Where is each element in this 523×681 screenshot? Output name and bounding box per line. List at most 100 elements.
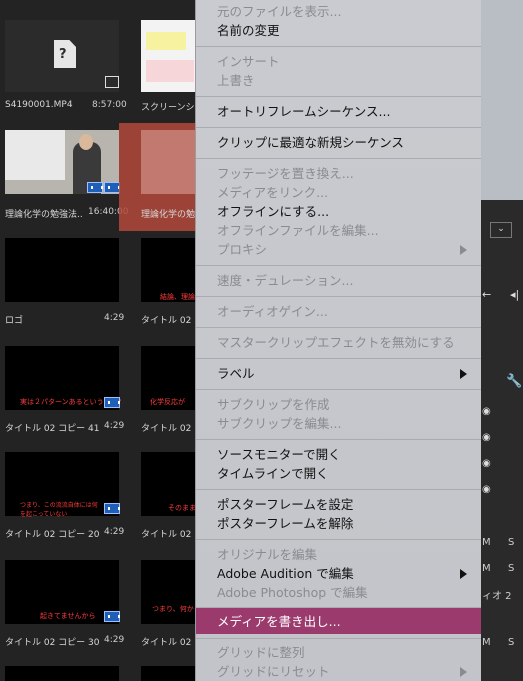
audio-track-label: ィオ 2 — [482, 591, 512, 602]
menu-separator — [196, 127, 481, 128]
clip-thumbnail-missing[interactable]: ? — [5, 20, 119, 92]
menu-item-audio-gain[interactable]: オーディオゲイン... — [217, 304, 328, 320]
clip-thumbnail[interactable] — [141, 560, 195, 624]
menu-item-edit-original[interactable]: オリジナルを編集 — [217, 547, 317, 563]
clip-label: タイトル 02 コ — [141, 424, 204, 434]
menu-separator — [196, 607, 481, 608]
menu-item-open-in-timeline[interactable]: タイムラインで開く — [217, 466, 329, 482]
menu-separator — [196, 539, 481, 540]
clip-label: スクリーンシ — [141, 103, 195, 113]
caption-overlay: つまり、この流流自体には何を起こっていない — [20, 502, 98, 518]
menu-separator — [196, 265, 481, 266]
caption-overlay: 起きてませんから — [40, 612, 96, 620]
menu-separator — [196, 158, 481, 159]
menu-item-overwrite[interactable]: 上書き — [217, 73, 255, 89]
menu-item-new-sequence-from-clip[interactable]: クリップに最適な新規シーケンス — [217, 135, 404, 151]
menu-item-edit-in-audition[interactable]: Adobe Audition で編集 — [217, 566, 354, 582]
menu-item-label[interactable]: ラベル — [217, 366, 255, 382]
mute-toggle[interactable]: M — [482, 563, 491, 574]
screenshot-pink-box — [146, 60, 194, 82]
sequence-badge-icon — [104, 503, 120, 514]
context-menu: 元のファイルを表示... 名前の変更 インサート 上書き オートリフレームシーケ… — [195, 0, 481, 681]
menu-item-proxy[interactable]: プロキシ — [217, 242, 267, 258]
sequence-badge-icon — [104, 397, 120, 408]
menu-item-open-in-source-monitor[interactable]: ソースモニターで開く — [217, 447, 341, 463]
question-mark: ? — [59, 47, 67, 62]
sequence-badge-icon — [104, 611, 120, 622]
solo-toggle[interactable]: S — [508, 637, 514, 648]
clip-thumbnail-selected[interactable] — [141, 130, 195, 194]
menu-separator — [196, 96, 481, 97]
menu-item-auto-reframe[interactable]: オートリフレームシーケンス... — [217, 104, 390, 120]
menu-item-edit-subclip[interactable]: サブクリップを編集... — [217, 416, 341, 432]
go-to-in-icon[interactable]: ◂| — [510, 288, 519, 301]
solo-toggle[interactable]: S — [508, 563, 514, 574]
submenu-arrow-icon — [460, 569, 467, 579]
menu-item-make-offline[interactable]: オフラインにする... — [217, 204, 329, 220]
menu-item-reveal-original[interactable]: 元のファイルを表示... — [217, 4, 341, 20]
clip-duration: 4:29 — [104, 313, 125, 323]
clip-duration: 4:29 — [104, 635, 125, 645]
menu-item-clear-poster-frame[interactable]: ポスターフレームを解除 — [217, 516, 353, 532]
video-badge-icon — [105, 76, 119, 88]
menu-item-export-media[interactable]: メディアを書き出し... — [217, 614, 341, 630]
clip-duration: 4:29 — [104, 527, 125, 537]
clip-label: タイトル 02 コ — [141, 316, 204, 326]
menu-item-edit-offline[interactable]: オフラインファイルを編集... — [217, 223, 379, 239]
clip-label: タイトル 02 コピー 41 — [5, 424, 100, 434]
clip-label: タイトル 02 コ — [141, 638, 204, 648]
eye-icon[interactable]: ◉ — [482, 484, 491, 495]
menu-item-edit-in-photoshop[interactable]: Adobe Photoshop で編集 — [217, 585, 368, 601]
clip-label: ロゴ — [5, 316, 24, 326]
clip-label: タイトル 02 コピー 20 — [5, 530, 100, 540]
clip-label: S4190001.MP4 — [5, 100, 73, 110]
clip-thumbnail[interactable] — [5, 666, 119, 681]
caption-overlay: つまり、何か — [152, 605, 194, 613]
clip-duration: 4:29 — [104, 421, 125, 431]
project-panel: ? S4190001.MP4 8:57:00 スクリーンシ 理論化学の勉強法..… — [0, 0, 203, 681]
menu-item-rename[interactable]: 名前の変更 — [217, 23, 280, 39]
menu-item-make-subclip[interactable]: サブクリップを作成 — [217, 397, 330, 413]
menu-item-align-to-grid[interactable]: グリッドに整列 — [217, 645, 305, 661]
menu-item-set-poster-frame[interactable]: ポスターフレームを設定 — [217, 497, 353, 513]
solo-toggle[interactable]: S — [508, 537, 514, 548]
eye-icon[interactable]: ◉ — [482, 406, 491, 417]
menu-item-link-media[interactable]: メディアをリンク... — [217, 185, 328, 201]
clip-label: 理論化学の勉 — [141, 210, 196, 220]
menu-item-reset-to-grid[interactable]: グリッドにリセット — [217, 664, 330, 680]
clip-thumbnail[interactable] — [5, 238, 119, 302]
menu-item-disable-master-clip-effects[interactable]: マスタークリップエフェクトを無効にする — [217, 335, 455, 351]
clip-label: タイトル 02 コピー 30 — [5, 638, 100, 648]
menu-separator — [196, 389, 481, 390]
clip-thumbnail-screenshot[interactable] — [141, 20, 195, 92]
wrench-icon[interactable]: 🔧 — [506, 374, 522, 389]
menu-separator — [196, 358, 481, 359]
menu-item-speed-duration[interactable]: 速度・デュレーション... — [217, 273, 353, 289]
clip-thumbnail[interactable] — [141, 666, 195, 681]
eye-icon[interactable]: ◉ — [482, 432, 491, 443]
eye-icon[interactable]: ◉ — [482, 458, 491, 469]
menu-separator — [196, 327, 481, 328]
monitor-preview — [480, 0, 523, 200]
sequence-badge-icon — [104, 182, 120, 193]
step-back-icon[interactable]: ← — [482, 288, 491, 301]
menu-separator — [196, 46, 481, 47]
menu-item-replace-footage[interactable]: フッテージを置き換え... — [217, 166, 354, 182]
whiteboard — [5, 130, 65, 180]
mute-toggle[interactable]: M — [482, 637, 491, 648]
clip-label: 理論化学の勉強法.. — [5, 210, 83, 220]
menu-separator — [196, 296, 481, 297]
submenu-arrow-icon — [460, 667, 467, 677]
caption-overlay: そのまま — [168, 504, 196, 512]
menu-item-insert[interactable]: インサート — [217, 54, 280, 70]
screenshot-yellow-bar — [146, 32, 186, 50]
caption-overlay: 化学反応が — [150, 398, 185, 406]
submenu-arrow-icon — [460, 369, 467, 379]
mute-toggle[interactable]: M — [482, 537, 491, 548]
dropdown-chevron-icon[interactable]: ⌄ — [490, 222, 512, 238]
clip-duration: 8:57:00 — [92, 100, 127, 110]
right-panel: ⌄ ← ◂| 🔧 ◉ ◉ ◉ ◉ M S M S ィオ 2 M S — [480, 0, 523, 681]
submenu-arrow-icon — [460, 245, 467, 255]
menu-separator — [196, 439, 481, 440]
person-head — [79, 134, 93, 150]
